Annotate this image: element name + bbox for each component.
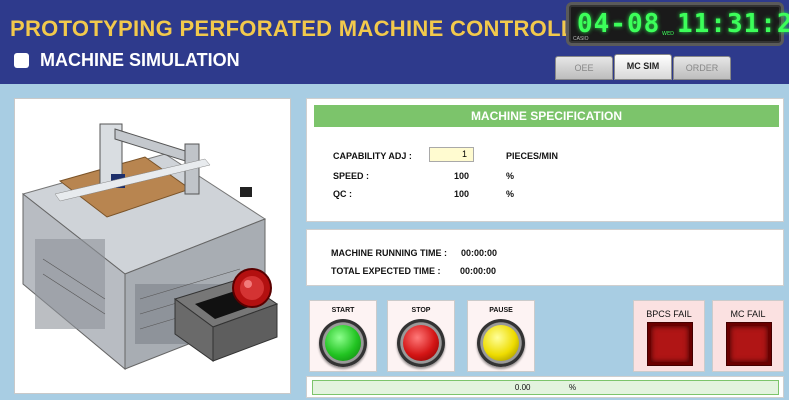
expected-time-label: TOTAL EXPECTED TIME : — [331, 266, 441, 276]
machine-spec-panel: MACHINE SPECIFICATION CAPABILITY ADJ : 1… — [306, 98, 784, 222]
clock-time: 11:31:25 — [677, 9, 789, 39]
tab-oee[interactable]: OEE — [555, 56, 613, 80]
stop-label: STOP — [411, 307, 431, 314]
pause-label: PAUSE — [489, 307, 513, 314]
start-button[interactable]: START — [309, 300, 377, 372]
mc-fail-indicator: MC FAIL — [712, 300, 784, 372]
mc-fail-lamp-icon — [727, 323, 771, 365]
qc-value: 100 — [454, 189, 470, 199]
tab-bar: OEE MC SIM ORDER — [555, 54, 732, 82]
capability-unit: PIECES/MIN — [506, 151, 559, 161]
capability-input[interactable]: 1 — [429, 147, 474, 162]
start-label: START — [331, 307, 355, 314]
progress-unit: % — [568, 383, 577, 392]
header-bar: PROTOTYPING PERFORATED MACHINE CONTROLLE… — [0, 0, 789, 84]
mc-fail-label: MC FAIL — [730, 309, 766, 319]
machine-render-image — [21, 123, 279, 371]
bpcs-fail-label: BPCS FAIL — [646, 309, 692, 319]
progress-panel: 0.00 % — [306, 376, 784, 398]
speed-value: 100 — [454, 171, 470, 181]
qc-unit: % — [506, 189, 515, 199]
section-title: MACHINE SIMULATION — [40, 50, 240, 70]
clock-date: 04-08 — [577, 9, 661, 39]
pause-button[interactable]: PAUSE — [467, 300, 535, 372]
tab-order[interactable]: ORDER — [673, 56, 731, 80]
bpcs-fail-indicator: BPCS FAIL — [633, 300, 705, 372]
qc-label: QC : — [333, 189, 352, 199]
running-time-label: MACHINE RUNNING TIME : — [331, 248, 447, 258]
speed-unit: % — [506, 171, 515, 181]
speed-label: SPEED : — [333, 171, 370, 181]
tab-mc-sim[interactable]: MC SIM — [614, 54, 672, 80]
start-button-icon — [319, 319, 367, 367]
capability-label: CAPABILITY ADJ : — [333, 151, 412, 161]
running-time-value: 00:00:00 — [461, 248, 498, 258]
clock-brand: CASIO — [573, 36, 589, 42]
section-checkbox-icon — [14, 53, 29, 68]
digital-clock: 04-08 WED 11:31:25 CASIO — [566, 2, 789, 46]
progress-text: 0.00 % — [313, 381, 778, 394]
progress-bar: 0.00 % — [312, 380, 779, 395]
pause-button-icon — [477, 319, 525, 367]
progress-value: 0.00 — [514, 383, 531, 392]
time-panel: MACHINE RUNNING TIME : 00:00:00 TOTAL EX… — [306, 229, 784, 286]
bpcs-fail-lamp-icon — [648, 323, 692, 365]
machine-image-panel — [14, 98, 291, 394]
clock-weekday: WED — [662, 31, 674, 37]
expected-time-value: 00:00:00 — [460, 266, 497, 276]
stop-button-icon — [397, 319, 445, 367]
stop-button[interactable]: STOP — [387, 300, 455, 372]
spec-header: MACHINE SPECIFICATION — [314, 105, 779, 127]
